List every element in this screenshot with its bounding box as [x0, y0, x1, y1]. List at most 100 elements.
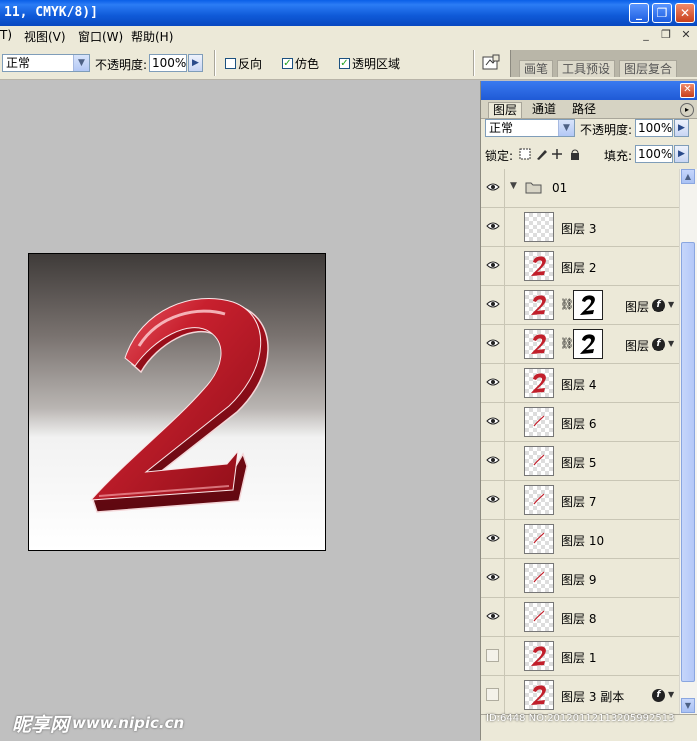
visibility-toggle[interactable] — [481, 247, 505, 285]
visibility-toggle[interactable] — [481, 286, 505, 324]
menu-item-partial[interactable]: T) — [0, 28, 12, 42]
close-button[interactable]: ✕ — [675, 3, 695, 23]
layer-thumbnail — [524, 602, 554, 632]
visibility-toggle[interactable] — [481, 364, 505, 402]
layer-row[interactable]: 图层 8 — [481, 598, 679, 637]
layer-row[interactable]: 图层 5 — [481, 442, 679, 481]
visibility-toggle[interactable] — [481, 481, 505, 519]
visibility-toggle[interactable] — [481, 598, 505, 636]
tab-layer-comps[interactable]: 图层复合 — [619, 60, 678, 77]
tab-brushes[interactable]: 画笔 — [519, 60, 554, 77]
window-title: 11, CMYK/8)] — [4, 5, 98, 20]
layer-row[interactable]: 图层 7 — [481, 481, 679, 520]
digit-two-thumb-icon — [531, 334, 546, 354]
watermark: 昵享网 www.nipic.cn ID:6448 NO:201201121132… — [0, 706, 697, 740]
panel-menu-icon[interactable]: ▸ — [680, 103, 694, 117]
layer-effects-icon[interactable]: f — [652, 299, 665, 312]
fill-arrow-icon[interactable]: ▶ — [674, 145, 689, 163]
transparency-checkbox[interactable]: ✓ — [339, 58, 350, 69]
tab-tool-presets[interactable]: 工具预设 — [557, 60, 616, 77]
options-bar: 正常 ▼ 不透明度: 100% ▶ 反向 ✓ 仿色 ✓ 透明区域 画笔 工具预设… — [0, 46, 697, 80]
panel-close-icon[interactable]: ✕ — [680, 83, 695, 98]
tab-layers[interactable]: 图层 — [488, 102, 523, 118]
scrollbar-thumb[interactable] — [681, 242, 695, 682]
effects-expand-icon[interactable]: ▼ — [668, 690, 674, 699]
blend-mode-value: 正常 — [489, 121, 514, 135]
mask-link-icon[interactable]: ⛓ — [560, 298, 574, 311]
effects-expand-icon[interactable]: ▼ — [668, 339, 674, 348]
layer-row[interactable]: 图层 9 — [481, 559, 679, 598]
eye-icon — [486, 456, 500, 464]
tab-channels[interactable]: 通道 — [528, 102, 560, 118]
layer-opacity-field[interactable]: 100% — [635, 119, 673, 137]
layer-row[interactable]: 图层 3 — [481, 208, 679, 247]
minimize-button[interactable]: _ — [629, 3, 649, 23]
watermark-id: ID:6448 NO:20120112113205992513 — [486, 713, 675, 724]
layer-thumbnail — [524, 485, 554, 515]
restore-button[interactable]: ❐ — [652, 3, 672, 23]
blend-mode-select[interactable]: 正常 ▼ — [485, 119, 575, 137]
layer-effects-icon[interactable]: f — [652, 689, 665, 702]
tab-paths[interactable]: 路径 — [568, 102, 600, 118]
chevron-down-icon: ▼ — [73, 55, 89, 71]
menu-item-help[interactable]: 帮助(H) — [131, 28, 173, 45]
visibility-toggle[interactable] — [481, 208, 505, 246]
layer-row[interactable]: 图层 10 — [481, 520, 679, 559]
visibility-toggle[interactable] — [481, 559, 505, 597]
effects-expand-icon[interactable]: ▼ — [668, 300, 674, 309]
visibility-toggle[interactable] — [481, 325, 505, 363]
layer-row[interactable]: ⛓ 图层 ... f ▼ — [481, 286, 679, 325]
layer-effects-icon[interactable]: f — [652, 338, 665, 351]
layer-name: 图层 1 — [561, 651, 597, 665]
fill-label: 填充: — [604, 149, 633, 163]
layer-row[interactable]: 图层 4 — [481, 364, 679, 403]
folder-icon — [525, 182, 542, 194]
layer-row[interactable]: ⛓ 图层 ... f ▼ — [481, 325, 679, 364]
opacity-field[interactable]: 100% — [149, 54, 187, 72]
fill-field[interactable]: 100% — [635, 145, 673, 163]
digit-two-thumb-icon — [531, 256, 546, 276]
mask-digit-two-icon — [580, 295, 595, 315]
layer-group-row[interactable]: ▼ 01 — [481, 169, 679, 208]
red-digit-two-artwork — [89, 298, 269, 513]
menu-item-view[interactable]: 视图(V) — [24, 28, 66, 45]
layer-mask-thumbnail[interactable] — [573, 290, 603, 320]
dither-checkbox[interactable]: ✓ — [282, 58, 293, 69]
expand-triangle-icon[interactable]: ▼ — [510, 181, 517, 191]
visibility-toggle[interactable] — [481, 169, 505, 207]
mask-digit-two-icon — [580, 334, 595, 354]
document-canvas[interactable] — [28, 253, 326, 551]
scroll-up-icon[interactable]: ▲ — [681, 169, 695, 184]
visibility-toggle[interactable] — [481, 637, 505, 675]
layer-row[interactable]: 图层 2 — [481, 247, 679, 286]
mode-select[interactable]: 正常 ▼ — [2, 54, 90, 72]
palette-well: 画笔 工具预设 图层复合 — [510, 50, 697, 77]
eye-icon — [486, 183, 500, 191]
layer-name: 图层 7 — [561, 495, 597, 509]
reverse-checkbox[interactable] — [225, 58, 236, 69]
panel-tabs: 图层 通道 路径 ▸ — [481, 100, 697, 119]
stroke-thumb-icon — [533, 415, 545, 427]
hidden-visibility-box — [486, 688, 499, 701]
layer-thumbnail — [524, 524, 554, 554]
doc-restore-icon[interactable]: ❐ — [658, 28, 674, 43]
layer-row[interactable]: 图层 6 — [481, 403, 679, 442]
menu-item-window[interactable]: 窗口(W) — [78, 28, 123, 45]
layer-list[interactable]: ▼ 01 图层 3 图层 2 ⛓ 图层 ... f ▼ ⛓ 图层 ... f ▼ 图层 4 图层 6 图… — [481, 169, 679, 714]
opacity-slider-arrow-icon[interactable]: ▶ — [188, 54, 203, 72]
separator — [473, 50, 475, 76]
layer-list-scrollbar[interactable]: ▲ ▼ — [679, 169, 697, 714]
layer-mask-thumbnail[interactable] — [573, 329, 603, 359]
group-name: 01 — [552, 181, 568, 195]
visibility-toggle[interactable] — [481, 442, 505, 480]
doc-minimize-icon[interactable]: _ — [638, 28, 654, 43]
mask-link-icon[interactable]: ⛓ — [560, 337, 574, 350]
palette-menu-icon[interactable] — [481, 53, 501, 73]
layer-row[interactable]: 图层 1 — [481, 637, 679, 676]
visibility-toggle[interactable] — [481, 403, 505, 441]
layer-name: 图层 8 — [561, 612, 597, 626]
layer-thumbnail — [524, 368, 554, 398]
layer-opacity-arrow-icon[interactable]: ▶ — [674, 119, 689, 137]
visibility-toggle[interactable] — [481, 520, 505, 558]
doc-close-icon[interactable]: ✕ — [678, 28, 694, 43]
